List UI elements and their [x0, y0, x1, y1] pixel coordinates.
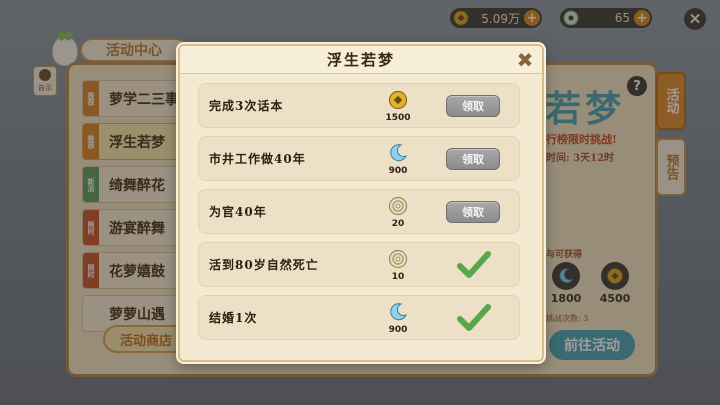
jade-disc-icon: [388, 249, 408, 269]
reward-amount: 20: [391, 219, 405, 229]
task-name: 活到80岁自然死亡: [209, 258, 319, 272]
task-row: 结婚1次 900: [198, 295, 520, 340]
modal-title: 浮生若梦: [326, 51, 395, 69]
task-name: 为官40年: [209, 205, 267, 219]
checkmark-icon: [457, 251, 491, 278]
claim-button[interactable]: 领取: [446, 201, 500, 223]
task-row: 为官40年 20 领取: [198, 189, 520, 234]
task-name: 完成3次话本: [209, 99, 284, 113]
task-row: 活到80岁自然死亡 10: [198, 242, 520, 287]
task-reward: 900: [383, 143, 413, 176]
checkmark-icon: [457, 304, 491, 331]
moon-gem-icon: [390, 303, 408, 321]
reward-amount: 900: [388, 325, 408, 335]
task-row: 完成3次话本 1500 领取: [198, 83, 520, 128]
claim-button[interactable]: 领取: [446, 148, 500, 170]
task-row: 市井工作做40年 900 领取: [198, 136, 520, 181]
task-name: 市井工作做40年: [209, 152, 306, 166]
reward-amount: 1500: [385, 113, 411, 123]
task-reward: 1500: [383, 90, 413, 123]
reward-amount: 900: [388, 166, 408, 176]
claim-button[interactable]: 领取: [446, 95, 500, 117]
jade-disc-icon: [388, 196, 408, 216]
task-reward: 900: [383, 302, 413, 335]
task-reward: 10: [383, 249, 413, 282]
modal-header: 浮生若梦: [180, 46, 542, 74]
task-reward: 20: [383, 196, 413, 229]
moon-gem-icon: [390, 144, 408, 162]
task-list: 完成3次话本 1500 领取 市井工作做40年 900 领取 为官40年 20 …: [198, 83, 520, 348]
reward-amount: 10: [391, 272, 405, 282]
close-icon[interactable]: ✖: [514, 48, 536, 72]
coin-icon: [388, 90, 408, 110]
task-name: 结婚1次: [209, 311, 258, 325]
task-modal: 浮生若梦 ✖ 完成3次话本 1500 领取 市井工作做40年 900 领取 为官…: [178, 44, 544, 362]
